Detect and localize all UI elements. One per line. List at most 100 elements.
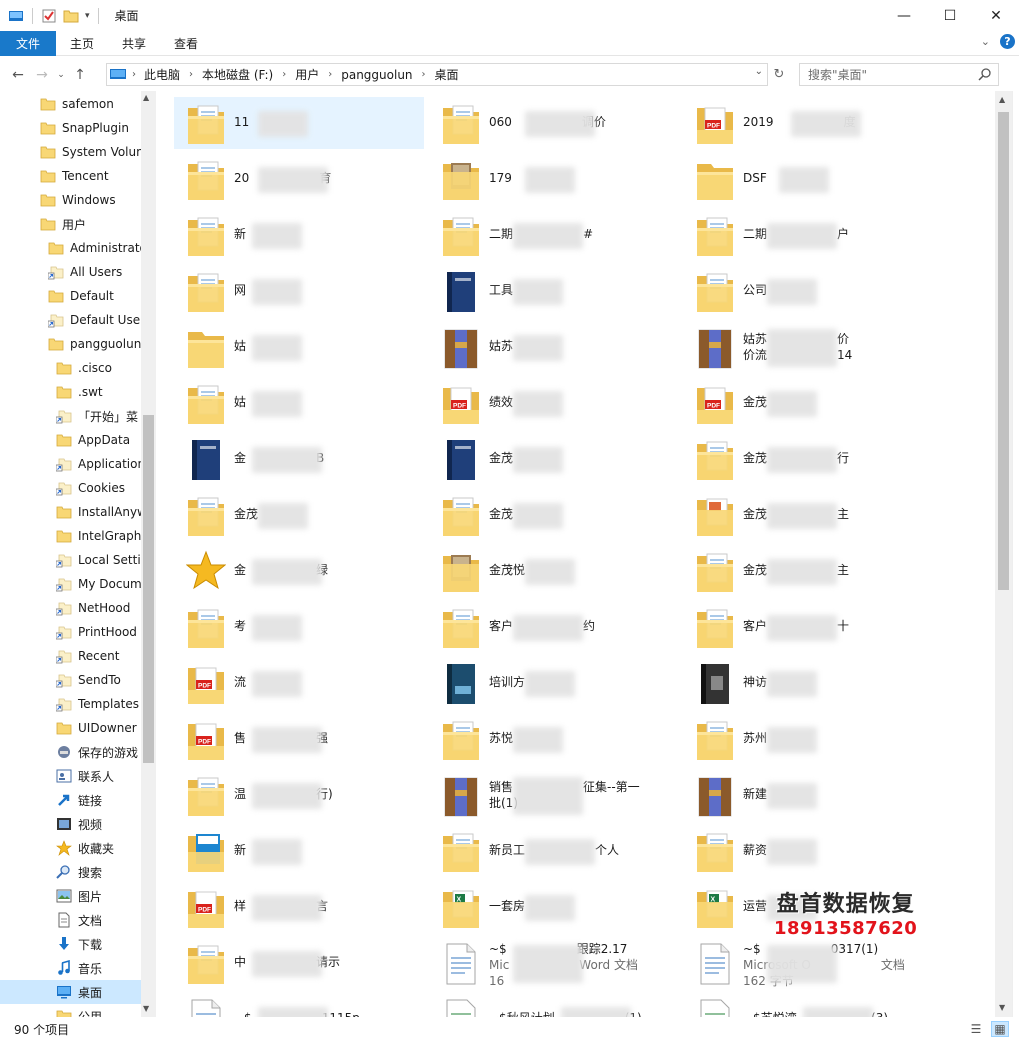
sidebar-item[interactable]: Windows <box>40 188 156 212</box>
breadcrumb-drive[interactable]: 本地磁盘 (F:) <box>202 66 273 83</box>
file-item[interactable]: 179 <box>429 153 679 205</box>
file-item[interactable]: ~$0317(1)Microsoft O文档162 字节 <box>683 937 933 989</box>
minimize-button[interactable]: — <box>881 0 927 31</box>
file-item[interactable]: 苏悦 <box>429 713 679 765</box>
sidebar-item[interactable]: SnapPlugin <box>40 116 156 140</box>
details-view-button[interactable]: ☰ <box>967 1021 985 1037</box>
sidebar-item[interactable]: Default <box>48 284 156 308</box>
file-item[interactable]: 二期 户 <box>683 209 933 261</box>
file-item[interactable]: 客户 约 <box>429 601 679 653</box>
file-item[interactable]: 11 <box>174 97 424 149</box>
recent-locations-icon[interactable]: ⌄ <box>54 61 68 89</box>
sidebar-item[interactable]: 桌面 <box>0 980 142 1004</box>
file-item[interactable]: 姑 <box>174 321 424 373</box>
file-item[interactable]: 培训方 <box>429 657 679 709</box>
file-item[interactable]: 公司 <box>683 265 933 317</box>
back-button[interactable]: ← <box>6 61 30 89</box>
tab-view[interactable]: 查看 <box>160 31 212 56</box>
ribbon-expand-icon[interactable]: ⌄ <box>981 35 990 48</box>
refresh-icon[interactable]: ↻ <box>770 65 788 83</box>
maximize-button[interactable]: ☐ <box>927 0 973 31</box>
nav-scroll-up-icon[interactable]: ▲ <box>143 93 149 102</box>
sidebar-item[interactable]: Default User <box>48 308 156 332</box>
folder-photo-icon <box>443 555 479 592</box>
file-item[interactable]: 二期 # <box>429 209 679 261</box>
file-item[interactable]: ~$1115p <box>174 993 424 1017</box>
up-button[interactable]: ↑ <box>68 61 92 89</box>
content-scroll-down-icon[interactable]: ▼ <box>999 1003 1005 1012</box>
file-item[interactable]: X 一套房 <box>429 881 679 933</box>
sidebar-item[interactable]: Tencent <box>40 164 156 188</box>
nav-scrollbar-thumb[interactable] <box>143 415 154 763</box>
file-item[interactable]: PDF 金茂 <box>683 377 933 429</box>
file-item[interactable]: ~$苏悦湾-(3) <box>683 993 933 1017</box>
breadcrumb-desktop[interactable]: 桌面 <box>435 66 459 83</box>
redaction-blur <box>513 447 563 473</box>
file-item[interactable]: 考 <box>174 601 424 653</box>
content-scrollbar-thumb[interactable] <box>998 112 1009 590</box>
file-item[interactable]: 新 <box>174 825 424 877</box>
breadcrumb-user[interactable]: pangguolun <box>341 68 412 82</box>
search-input[interactable]: 搜索"桌面" <box>799 63 999 86</box>
file-item[interactable]: 中请示 <box>174 937 424 989</box>
quick-access-dropdown-icon[interactable]: ▾ <box>85 11 90 21</box>
file-item[interactable]: 金茂 主 <box>683 545 933 597</box>
file-item[interactable]: 网 <box>174 265 424 317</box>
tab-home[interactable]: 主页 <box>56 31 108 56</box>
forward-button[interactable]: → <box>30 61 54 89</box>
sidebar-item[interactable]: Administrato <box>48 236 156 260</box>
tab-file[interactable]: 文件 <box>0 30 56 56</box>
file-item[interactable]: DSF <box>683 153 933 205</box>
sidebar-item[interactable]: safemon <box>40 92 156 116</box>
properties-icon[interactable] <box>41 8 57 24</box>
file-item[interactable]: ~$秋风计划(1) <box>429 993 679 1017</box>
file-item[interactable]: PDF 绩效 <box>429 377 679 429</box>
file-item[interactable]: 金茂 行 <box>683 433 933 485</box>
file-item[interactable]: 新员工 个人 <box>429 825 679 877</box>
file-item[interactable]: 060调价 <box>429 97 679 149</box>
file-item[interactable]: 客户 十 <box>683 601 933 653</box>
file-item[interactable]: 销售 征集--第一 批(1) <box>429 769 679 821</box>
redaction-blur <box>791 111 861 137</box>
content-scroll-up-icon[interactable]: ▲ <box>999 95 1005 104</box>
sidebar-item[interactable]: pangguolun <box>48 332 156 356</box>
sidebar-item[interactable]: All Users <box>48 260 156 284</box>
file-item[interactable]: PDF 售强 <box>174 713 424 765</box>
file-item[interactable]: 薪资 <box>683 825 933 877</box>
file-item[interactable]: 新建 <box>683 769 933 821</box>
new-folder-icon[interactable] <box>63 8 79 24</box>
breadcrumb-users[interactable]: 用户 <box>295 66 319 83</box>
file-item[interactable]: 金茂 <box>429 489 679 541</box>
file-item[interactable]: 姑苏 <box>429 321 679 373</box>
address-dropdown-icon[interactable]: ⌄ <box>755 66 763 77</box>
close-button[interactable]: ✕ <box>973 0 1019 31</box>
tiles-view-button[interactable]: ▦ <box>991 1021 1009 1037</box>
file-item[interactable]: 工具 <box>429 265 679 317</box>
explorer-app-icon[interactable] <box>8 8 24 24</box>
file-item[interactable]: 神访 <box>683 657 933 709</box>
redaction-blur <box>513 727 563 753</box>
file-item[interactable]: 金绿 <box>174 545 424 597</box>
file-item[interactable]: 温行) <box>174 769 424 821</box>
file-item[interactable]: 金茂悦 <box>429 545 679 597</box>
file-item[interactable]: ~$ 跟踪2.17 Mic Word 文档 16 <box>429 937 679 989</box>
file-item[interactable]: 姑苏 价价流 14 <box>683 321 933 373</box>
file-item[interactable]: 金茂 <box>174 489 424 541</box>
file-item[interactable]: 姑 <box>174 377 424 429</box>
file-item[interactable]: PDF 样言 <box>174 881 424 933</box>
sidebar-item[interactable]: 用户 <box>40 212 156 236</box>
file-item[interactable]: PDF 流 <box>174 657 424 709</box>
file-item[interactable]: 金茂 主 <box>683 489 933 541</box>
nav-scroll-down-icon[interactable]: ▼ <box>143 1004 149 1013</box>
file-item[interactable]: 金B <box>174 433 424 485</box>
file-item[interactable]: PDF2019度 <box>683 97 933 149</box>
file-item[interactable]: 金茂 <box>429 433 679 485</box>
file-item[interactable]: 苏州 <box>683 713 933 765</box>
help-icon[interactable]: ? <box>1000 34 1015 49</box>
file-item[interactable]: 20育 <box>174 153 424 205</box>
breadcrumb-this-pc[interactable]: 此电脑 <box>144 66 180 83</box>
address-bar[interactable]: › 此电脑 › 本地磁盘 (F:) › 用户 › pangguolun › 桌面 ⌄ <box>106 63 768 86</box>
tab-share[interactable]: 共享 <box>108 31 160 56</box>
sidebar-item[interactable]: System Volum <box>40 140 156 164</box>
file-item[interactable]: 新 <box>174 209 424 261</box>
